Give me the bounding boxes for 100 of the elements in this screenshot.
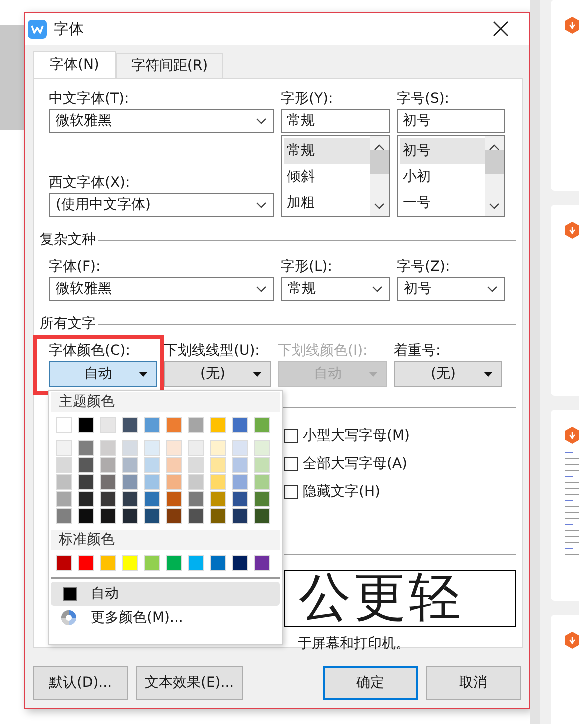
color-swatch[interactable]	[166, 457, 182, 473]
list-item[interactable]: 常规	[284, 138, 370, 164]
color-swatch[interactable]	[78, 457, 94, 473]
color-swatch[interactable]	[210, 474, 226, 490]
color-swatch[interactable]	[78, 555, 94, 571]
color-swatch[interactable]	[56, 491, 72, 507]
dropdown-button[interactable]: (无)	[394, 361, 502, 387]
color-swatch[interactable]	[232, 457, 248, 473]
color-swatch[interactable]	[100, 457, 116, 473]
color-swatch[interactable]	[144, 555, 160, 571]
color-swatch[interactable]	[144, 440, 160, 456]
color-swatch[interactable]	[100, 491, 116, 507]
color-swatch[interactable]	[100, 417, 116, 433]
list-item[interactable]: 小初	[400, 164, 485, 190]
color-swatch[interactable]	[166, 555, 182, 571]
menu-item[interactable]: 自动	[51, 582, 280, 606]
color-swatch[interactable]	[188, 417, 204, 433]
color-swatch[interactable]	[122, 474, 138, 490]
scrollbar-thumb[interactable]	[485, 150, 504, 174]
dialog-button[interactable]: 取消	[426, 666, 521, 700]
page-thumbnail[interactable]	[551, 0, 579, 191]
dropdown-button[interactable]: 自动	[49, 361, 157, 387]
color-swatch[interactable]	[210, 440, 226, 456]
color-swatch[interactable]	[232, 555, 248, 571]
color-swatch[interactable]	[188, 440, 204, 456]
dropdown[interactable]: 常规	[281, 277, 390, 301]
color-swatch[interactable]	[166, 440, 182, 456]
color-swatch[interactable]	[144, 417, 160, 433]
dialog-button[interactable]: 默认(D)...	[33, 666, 128, 700]
color-swatch[interactable]	[122, 491, 138, 507]
color-swatch[interactable]	[188, 491, 204, 507]
dialog-button[interactable]: 文本效果(E)...	[136, 666, 244, 700]
color-swatch[interactable]	[78, 417, 94, 433]
dropdown[interactable]: 初号	[397, 277, 505, 301]
list-item[interactable]: 初号	[400, 138, 485, 164]
input-field[interactable]: 常规	[281, 109, 390, 133]
color-swatch[interactable]	[232, 491, 248, 507]
color-swatch[interactable]	[188, 457, 204, 473]
color-swatch[interactable]	[78, 508, 94, 524]
menu-item[interactable]: 更多颜色(M)...	[51, 606, 280, 630]
dropdown[interactable]: (使用中文字体)	[49, 193, 274, 217]
list-item[interactable]: 加粗	[284, 190, 370, 216]
color-swatch[interactable]	[232, 508, 248, 524]
color-swatch[interactable]	[100, 440, 116, 456]
scrollbar[interactable]	[370, 136, 389, 216]
color-swatch[interactable]	[254, 474, 270, 490]
dropdown[interactable]: 微软雅黑	[49, 109, 274, 133]
color-swatch[interactable]	[166, 491, 182, 507]
color-swatch[interactable]	[210, 457, 226, 473]
color-swatch[interactable]	[254, 491, 270, 507]
color-swatch[interactable]	[210, 491, 226, 507]
scrollbar-thumb[interactable]	[370, 150, 389, 174]
color-swatch[interactable]	[122, 440, 138, 456]
color-swatch[interactable]	[144, 508, 160, 524]
color-swatch[interactable]	[122, 555, 138, 571]
color-swatch[interactable]	[254, 417, 270, 433]
scrollbar[interactable]	[485, 136, 504, 216]
dropdown-button[interactable]: (无)	[164, 361, 271, 387]
color-swatch[interactable]	[232, 440, 248, 456]
color-swatch[interactable]	[188, 474, 204, 490]
color-swatch[interactable]	[100, 508, 116, 524]
color-swatch[interactable]	[56, 440, 72, 456]
color-swatch[interactable]	[78, 440, 94, 456]
list-item[interactable]: 倾斜	[284, 164, 370, 190]
color-swatch[interactable]	[210, 508, 226, 524]
color-swatch[interactable]	[254, 555, 270, 571]
color-swatch[interactable]	[56, 508, 72, 524]
color-swatch[interactable]	[210, 417, 226, 433]
color-swatch[interactable]	[188, 555, 204, 571]
color-swatch[interactable]	[254, 457, 270, 473]
page-thumbnail[interactable]	[551, 205, 579, 396]
page-thumbnail[interactable]	[551, 410, 579, 601]
list-item[interactable]: 一号	[400, 190, 485, 216]
color-swatch[interactable]	[78, 474, 94, 490]
color-swatch[interactable]	[78, 491, 94, 507]
checkbox[interactable]	[284, 457, 298, 471]
color-swatch[interactable]	[122, 417, 138, 433]
color-swatch[interactable]	[144, 491, 160, 507]
tab[interactable]: 字体(N)	[33, 51, 116, 78]
input-field[interactable]: 初号	[397, 109, 505, 133]
checkbox[interactable]	[284, 485, 298, 499]
color-swatch[interactable]	[232, 474, 248, 490]
color-swatch[interactable]	[188, 508, 204, 524]
color-swatch[interactable]	[56, 457, 72, 473]
color-swatch[interactable]	[166, 474, 182, 490]
color-swatch[interactable]	[100, 555, 116, 571]
color-swatch[interactable]	[254, 440, 270, 456]
color-swatch[interactable]	[166, 417, 182, 433]
dialog-button[interactable]: 确定	[323, 666, 418, 700]
color-swatch[interactable]	[254, 508, 270, 524]
dropdown[interactable]: 微软雅黑	[49, 277, 274, 301]
color-swatch[interactable]	[144, 457, 160, 473]
color-swatch[interactable]	[56, 417, 72, 433]
tab[interactable]: 字符间距(R)	[116, 53, 224, 78]
color-swatch[interactable]	[122, 508, 138, 524]
color-swatch[interactable]	[144, 474, 160, 490]
color-swatch[interactable]	[232, 417, 248, 433]
color-swatch[interactable]	[166, 508, 182, 524]
color-swatch[interactable]	[210, 555, 226, 571]
color-swatch[interactable]	[100, 474, 116, 490]
